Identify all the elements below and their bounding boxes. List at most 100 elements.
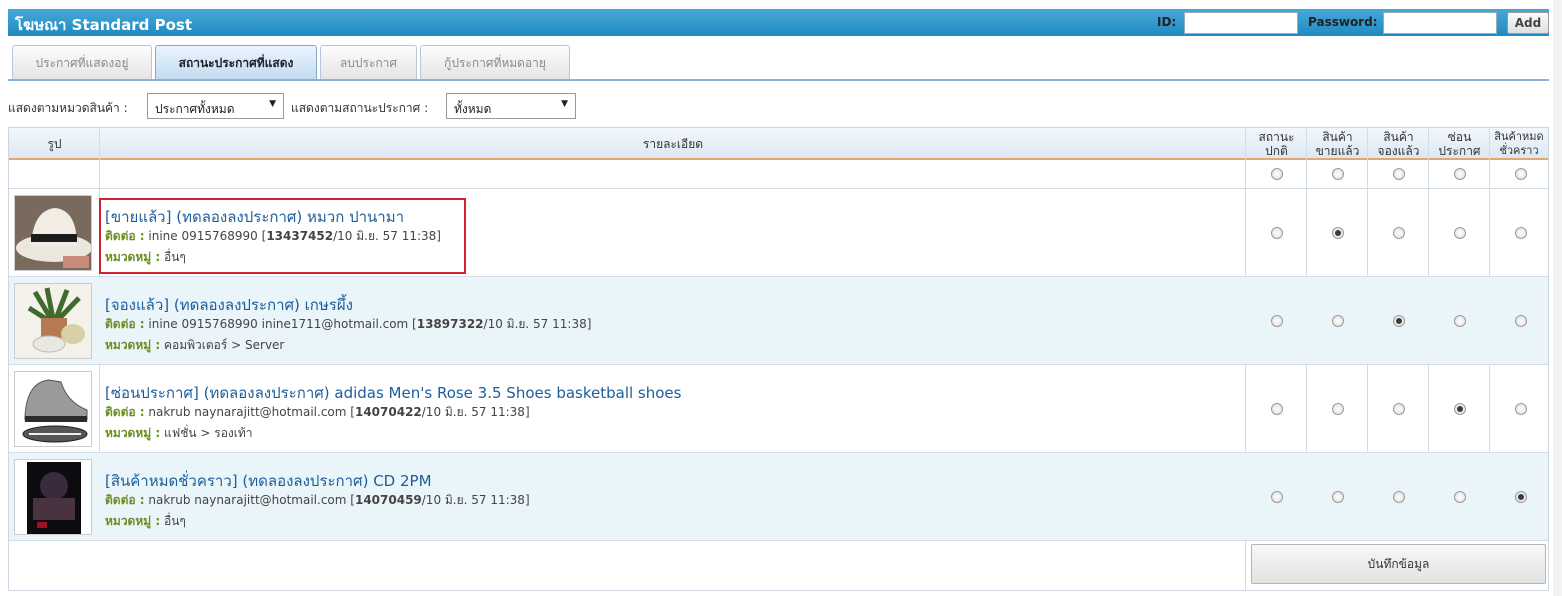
select-all-normal-radio[interactable] [1271, 168, 1283, 180]
plant-image [15, 284, 91, 358]
status-normal-radio[interactable] [1271, 315, 1283, 327]
select-all-hidden-radio[interactable] [1454, 168, 1466, 180]
category-label: หมวดหมู่ : [105, 338, 161, 352]
status-reserved-radio[interactable] [1393, 403, 1405, 415]
status-reserved-radio[interactable] [1393, 315, 1405, 327]
status-sold-radio[interactable] [1332, 491, 1344, 503]
post-id: 13897322 [416, 317, 484, 331]
header-normal-line1: สถานะ [1258, 130, 1295, 144]
category-text: อื่นๆ [163, 514, 186, 528]
header-image: รูป [47, 137, 62, 151]
product-thumbnail-pollen[interactable] [14, 283, 92, 359]
shoe-image [15, 372, 91, 446]
password-label: Password: [1308, 15, 1378, 29]
id-label: ID: [1157, 15, 1177, 29]
dropdown-arrow-icon: ▼ [269, 99, 276, 109]
save-button[interactable]: บันทึกข้อมูล [1251, 544, 1546, 584]
header-sold-line2: ขายแล้ว [1315, 144, 1360, 158]
page-scrollbar[interactable] [1553, 0, 1562, 596]
add-button[interactable]: Add [1507, 12, 1549, 34]
header-sold-line1: สินค้า [1322, 130, 1353, 144]
post-contact: ติดต่อ : nakrub naynarajitt@hotmail.com … [105, 403, 530, 422]
status-hidden-radio[interactable] [1454, 491, 1466, 503]
contact-text: nakrub naynarajitt@hotmail.com [ [148, 493, 355, 507]
status-normal-radio[interactable] [1271, 403, 1283, 415]
header-reserved-line2: จองแล้ว [1377, 144, 1420, 158]
post-category: หมวดหมู่ : คอมพิวเตอร์ > Server [105, 336, 284, 355]
highlight-box [99, 198, 466, 274]
header-out-line2: ชั่วคราว [1499, 144, 1539, 157]
status-reserved-radio[interactable] [1393, 227, 1405, 239]
post-status-table: รูป รายละเอียด สถานะ ปกติ สินค้า ขายแล้ว… [8, 127, 1549, 591]
post-contact: ติดต่อ : inine 0915768990 inine1711@hotm… [105, 315, 591, 334]
product-thumbnail-hat[interactable] [14, 195, 92, 271]
category-label: หมวดหมู่ : [105, 514, 161, 528]
post-title-link[interactable]: [ซ่อนประกาศ] (ทดลองลงประกาศ) adidas Men'… [105, 381, 681, 405]
status-out-radio[interactable] [1515, 403, 1527, 415]
post-category: หมวดหมู่ : อื่นๆ [105, 512, 186, 531]
tab-delete-posts[interactable]: ลบประกาศ [320, 45, 417, 79]
status-sold-radio[interactable] [1332, 315, 1344, 327]
password-input[interactable] [1383, 12, 1497, 34]
table-header: รูป รายละเอียด สถานะ ปกติ สินค้า ขายแล้ว… [9, 128, 1548, 160]
status-sold-radio[interactable] [1332, 403, 1344, 415]
post-date: /10 มิ.ย. 57 11:38] [421, 405, 530, 419]
post-category: หมวดหมู่ : แฟชั่น > รองเท้า [105, 424, 253, 443]
status-normal-radio[interactable] [1271, 491, 1283, 503]
contact-label: ติดต่อ : [105, 317, 145, 331]
contact-label: ติดต่อ : [105, 493, 145, 507]
category-text: คอมพิวเตอร์ > Server [163, 338, 285, 352]
select-all-reserved-radio[interactable] [1393, 168, 1405, 180]
header-hidden-line1: ซ่อน [1447, 130, 1472, 144]
select-all-row [9, 160, 1548, 188]
status-hidden-radio[interactable] [1454, 315, 1466, 327]
select-all-sold-radio[interactable] [1332, 168, 1344, 180]
status-filter-label: แสดงตามสถานะประกาศ : [291, 101, 429, 115]
table-row: [สินค้าหมดชั่วคราว] (ทดลองลงประกาศ) CD 2… [9, 452, 1548, 540]
status-sold-radio[interactable] [1332, 227, 1344, 239]
contact-text: nakrub naynarajitt@hotmail.com [ [148, 405, 355, 419]
header-out-of-stock: สินค้าหมด ชั่วคราว [1490, 128, 1548, 160]
post-title-link[interactable]: [สินค้าหมดชั่วคราว] (ทดลองลงประกาศ) CD 2… [105, 469, 432, 493]
header-reserved-line1: สินค้า [1383, 130, 1414, 144]
header-hidden-line2: ประกาศ [1438, 144, 1481, 158]
status-hidden-radio[interactable] [1454, 227, 1466, 239]
tab-divider [8, 79, 1549, 81]
status-hidden-radio[interactable] [1454, 403, 1466, 415]
status-out-radio[interactable] [1515, 491, 1527, 503]
page: โฆษณา Standard Post ID: Password: Add ปร… [0, 0, 1562, 596]
post-title-link[interactable]: [จองแล้ว] (ทดลองลงประกาศ) เกษรผึ้ง [105, 293, 353, 317]
table-row: [ซ่อนประกาศ] (ทดลองลงประกาศ) adidas Men'… [9, 364, 1548, 452]
post-date: /10 มิ.ย. 57 11:38] [421, 493, 530, 507]
post-contact: ติดต่อ : nakrub naynarajitt@hotmail.com … [105, 491, 530, 510]
status-normal-radio[interactable] [1271, 227, 1283, 239]
status-reserved-radio[interactable] [1393, 491, 1405, 503]
header-reserved: สินค้า จองแล้ว [1368, 128, 1429, 160]
category-text: แฟชั่น > รองเท้า [163, 426, 253, 440]
product-thumbnail-cd[interactable] [14, 459, 92, 535]
header-normal: สถานะ ปกติ [1246, 128, 1307, 160]
category-filter-value: ประกาศทั้งหมด [155, 102, 235, 116]
product-thumbnail-shoes[interactable] [14, 371, 92, 447]
tab-restore-expired[interactable]: กู้ประกาศที่หมดอายุ [420, 45, 570, 79]
tab-post-status[interactable]: สถานะประกาศที่แสดง [155, 45, 317, 79]
header-bar: โฆษณา Standard Post ID: Password: Add [8, 9, 1549, 36]
category-filter-select[interactable]: ประกาศทั้งหมด ▼ [147, 93, 284, 119]
hat-image [15, 196, 91, 270]
header-detail: รายละเอียด [642, 137, 704, 151]
status-filter-value: ทั้งหมด [454, 102, 492, 116]
post-date: /10 มิ.ย. 57 11:38] [483, 317, 592, 331]
header-normal-line2: ปกติ [1265, 144, 1288, 158]
tab-active-posts[interactable]: ประกาศที่แสดงอยู่ [12, 45, 152, 79]
dropdown-arrow-icon: ▼ [561, 99, 568, 109]
status-out-radio[interactable] [1515, 227, 1527, 239]
contact-text: inine 0915768990 inine1711@hotmail.com [ [148, 317, 417, 331]
status-filter-select[interactable]: ทั้งหมด ▼ [446, 93, 576, 119]
select-all-out-radio[interactable] [1515, 168, 1527, 180]
category-filter-label: แสดงตามหมวดสินค้า : [8, 101, 128, 115]
status-out-radio[interactable] [1515, 315, 1527, 327]
header-hidden: ซ่อน ประกาศ [1429, 128, 1490, 160]
id-input[interactable] [1184, 12, 1298, 34]
table-row: [จองแล้ว] (ทดลองลงประกาศ) เกษรผึ้ง ติดต่… [9, 276, 1548, 364]
header-out-line1: สินค้าหมด [1494, 130, 1544, 143]
